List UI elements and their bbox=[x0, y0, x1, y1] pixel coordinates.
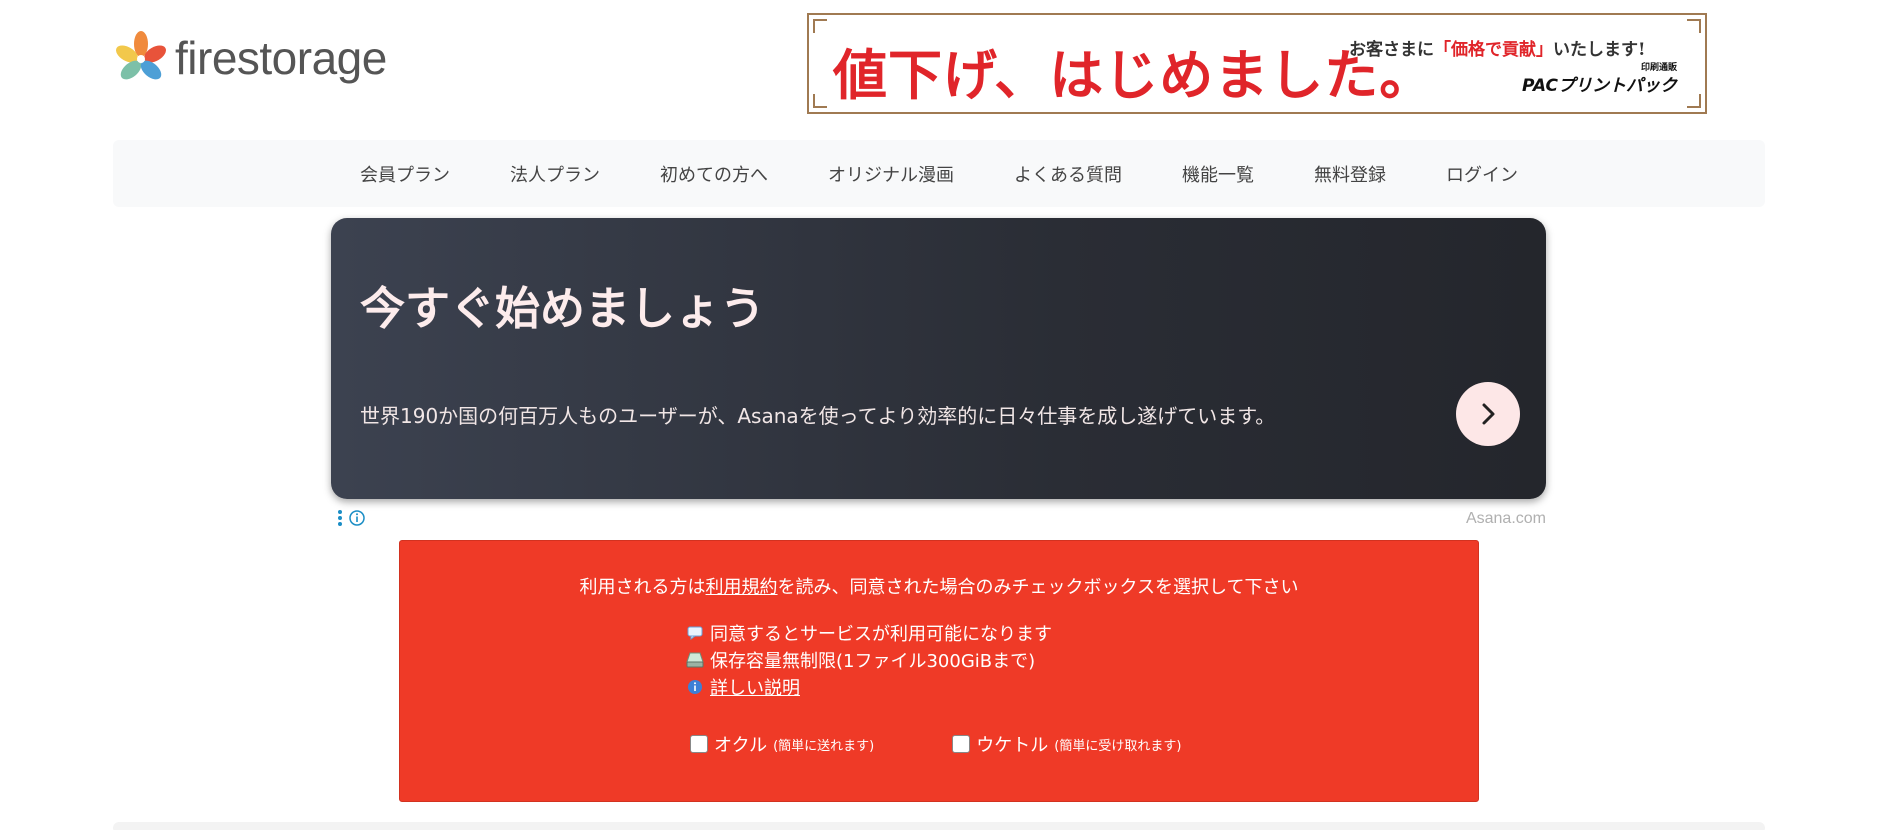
speech-bubble-icon bbox=[686, 624, 704, 642]
feature-text: 同意するとサービスが利用可能になります bbox=[710, 623, 1052, 645]
info-icon bbox=[686, 678, 704, 696]
asana-ad-card[interactable]: 今すぐ始めましょう 世界190か国の何百万人ものユーザーが、Asanaを使ってよ… bbox=[331, 218, 1546, 499]
nav-item-login[interactable]: ログイン bbox=[1446, 161, 1518, 187]
storage-drive-icon bbox=[686, 651, 704, 669]
service-choices: オクル (簡単に送れます) ウケトル (簡単に受け取れます) bbox=[690, 731, 1181, 757]
banner-corner-ornament bbox=[1687, 19, 1701, 33]
feature-item: 詳しい説明 bbox=[686, 673, 1052, 700]
banner-corner-ornament bbox=[813, 19, 827, 33]
banner-sub-prefix: お客さまに bbox=[1349, 40, 1434, 60]
nav-item-member-plan[interactable]: 会員プラン bbox=[360, 161, 450, 187]
nav-item-register[interactable]: 無料登録 bbox=[1314, 161, 1386, 187]
main-nav: 会員プラン 法人プラン 初めての方へ オリジナル漫画 よくある質問 機能一覧 無… bbox=[113, 140, 1765, 207]
feature-item: 同意するとサービスが利用可能になります bbox=[686, 619, 1052, 646]
banner-corner-ornament bbox=[813, 94, 827, 108]
choice-label: オクル bbox=[714, 735, 768, 756]
banner-sub-suffix: いたします! bbox=[1553, 40, 1646, 60]
checkbox[interactable] bbox=[952, 735, 971, 753]
terms-consent-panel: 利用される方は利用規約を読み、同意された場合のみチェックボックスを選択して下さい… bbox=[399, 540, 1479, 802]
banner-headline: 値下げ、はじめました。 bbox=[833, 43, 1435, 107]
checkbox[interactable] bbox=[690, 735, 708, 753]
ad-title: 今すぐ始めましょう bbox=[360, 282, 766, 335]
banner-subtext: お客さまに「価格で貢献」いたします! bbox=[1349, 35, 1645, 60]
banner-corner-ornament bbox=[1687, 94, 1701, 108]
nav-item-business-plan[interactable]: 法人プラン bbox=[510, 161, 600, 187]
feature-text: 保存容量無制限(1ファイル300GiBまで) bbox=[710, 650, 1036, 672]
choice-label: ウケトル bbox=[976, 735, 1049, 756]
uketoru-checkbox[interactable]: ウケトル (簡単に受け取れます) bbox=[952, 731, 1181, 757]
ad-description: 世界190か国の何百万人ものユーザーが、Asanaを使ってより効率的に日々仕事を… bbox=[360, 404, 1276, 428]
nav-item-features[interactable]: 機能一覧 bbox=[1182, 161, 1254, 187]
choice-note: (簡単に受け取れます) bbox=[1054, 738, 1182, 754]
ad-domain[interactable]: Asana.com bbox=[1466, 510, 1546, 528]
nav-item-first-time[interactable]: 初めての方へ bbox=[660, 161, 768, 187]
consent-title-prefix: 利用される方は bbox=[579, 577, 706, 598]
banner-brand-name: プリントパック bbox=[1558, 76, 1677, 96]
consent-instruction: 利用される方は利用規約を読み、同意された場合のみチェックボックスを選択して下さい bbox=[400, 573, 1478, 599]
banner-brand-logo: 印刷通販 PACプリントパック bbox=[1522, 60, 1677, 96]
nav-item-original-manga[interactable]: オリジナル漫画 bbox=[828, 161, 954, 187]
info-icon[interactable] bbox=[349, 510, 365, 526]
site-logo[interactable]: firestorage bbox=[113, 30, 387, 86]
banner-brand-small: 印刷通販 bbox=[1640, 63, 1677, 73]
logo-text: firestorage bbox=[175, 32, 387, 84]
feature-list: 同意するとサービスが利用可能になります 保存容量無制限(1ファイル300GiBま… bbox=[686, 619, 1052, 700]
kebab-menu-icon[interactable] bbox=[337, 509, 343, 527]
details-link[interactable]: 詳しい説明 bbox=[710, 674, 800, 700]
ad-next-button[interactable] bbox=[1456, 382, 1520, 446]
okuru-checkbox[interactable]: オクル (簡単に送れます) bbox=[690, 731, 874, 757]
banner-brand-mark: PAC bbox=[1521, 76, 1558, 96]
consent-title-suffix: を読み、同意された場合のみチェックボックスを選択して下さい bbox=[777, 577, 1299, 598]
banner-sub-highlight: 「価格で貢献」 bbox=[1434, 40, 1553, 60]
footer-strip bbox=[113, 822, 1765, 830]
ad-controls bbox=[337, 509, 365, 527]
terms-link[interactable]: 利用規約 bbox=[706, 577, 778, 598]
feature-item: 保存容量無制限(1ファイル300GiBまで) bbox=[686, 646, 1052, 673]
flower-logo-icon bbox=[116, 31, 166, 80]
choice-note: (簡単に送れます) bbox=[773, 738, 875, 754]
chevron-right-icon bbox=[1482, 403, 1495, 425]
top-ad-banner[interactable]: 値下げ、はじめました。 お客さまに「価格で貢献」いたします! 印刷通販 PACプ… bbox=[807, 13, 1707, 114]
nav-item-faq[interactable]: よくある質問 bbox=[1014, 161, 1122, 187]
